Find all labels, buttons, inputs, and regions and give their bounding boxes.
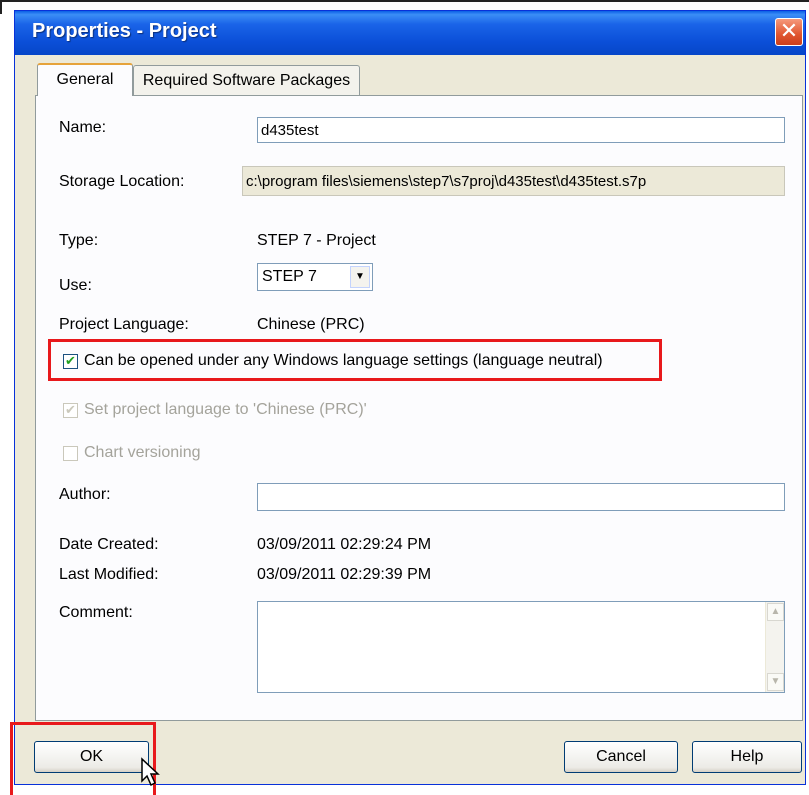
- screenshot-edge-top: [0, 0, 809, 2]
- comment-label: Comment:: [59, 604, 133, 621]
- name-input[interactable]: [257, 117, 785, 143]
- help-button[interactable]: Help: [692, 741, 802, 773]
- chevron-down-icon[interactable]: ▼: [350, 266, 370, 288]
- last-modified-value: 03/09/2011 02:29:39 PM: [257, 566, 432, 583]
- dialog-title: Properties - Project: [32, 20, 217, 42]
- author-label: Author:: [59, 486, 111, 503]
- chart-versioning-label: Chart versioning: [84, 444, 201, 461]
- date-created-label: Date Created:: [59, 536, 159, 553]
- author-input[interactable]: [257, 483, 785, 511]
- use-dropdown[interactable]: STEP 7 ▼: [257, 263, 373, 291]
- scroll-up-icon[interactable]: ▲: [767, 603, 784, 621]
- set-project-language-label: Set project language to 'Chinese (PRC)': [84, 401, 367, 418]
- scroll-down-icon[interactable]: ▼: [767, 673, 784, 691]
- type-value: STEP 7 - Project: [257, 232, 376, 249]
- name-label: Name:: [59, 119, 107, 136]
- screenshot-edge-left: [0, 0, 2, 14]
- last-modified-label: Last Modified:: [59, 566, 159, 583]
- chart-versioning-checkbox[interactable]: [63, 446, 78, 461]
- type-label: Type:: [59, 232, 99, 249]
- comment-scrollbar[interactable]: ▲ ▼: [765, 602, 784, 692]
- use-label: Use:: [59, 277, 92, 294]
- set-project-language-checkbox[interactable]: ✔: [63, 403, 78, 418]
- title-bar[interactable]: Properties - Project ✕: [15, 11, 805, 55]
- cancel-button[interactable]: Cancel: [564, 741, 678, 773]
- storage-location-label: Storage Location:: [59, 173, 185, 190]
- tab-general[interactable]: General: [37, 63, 133, 96]
- mouse-cursor-icon: [141, 757, 160, 787]
- close-icon[interactable]: ✕: [775, 18, 803, 46]
- use-dropdown-value: STEP 7: [262, 268, 317, 285]
- project-language-value: Chinese (PRC): [257, 316, 365, 333]
- comment-textarea[interactable]: ▲ ▼: [257, 601, 785, 693]
- storage-location-field: c:\program files\siemens\step7\s7proj\d4…: [242, 166, 785, 196]
- language-neutral-checkbox[interactable]: ✔: [63, 354, 78, 369]
- project-language-label: Project Language:: [59, 316, 189, 333]
- ok-button-highlight: [10, 722, 156, 795]
- date-created-value: 03/09/2011 02:29:24 PM: [257, 536, 432, 553]
- language-neutral-label: Can be opened under any Windows language…: [84, 352, 603, 369]
- tab-required-software-packages[interactable]: Required Software Packages: [133, 65, 360, 96]
